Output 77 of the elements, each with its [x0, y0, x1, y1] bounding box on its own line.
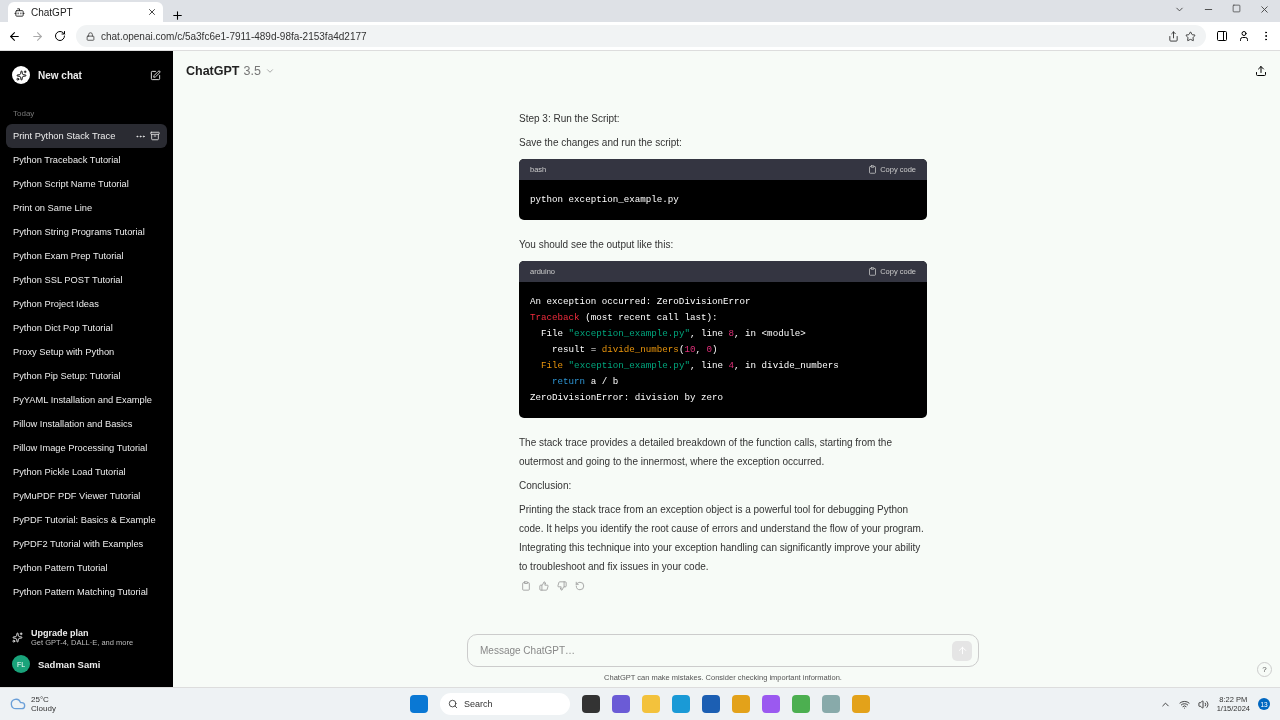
- thumbs-up-icon[interactable]: [539, 581, 549, 591]
- chat-item[interactable]: PyPDF2 Tutorial with Examples: [6, 532, 167, 556]
- code-line: result = divide_numbers(10, 0): [551, 343, 719, 357]
- lock-icon: [86, 31, 95, 41]
- chat-item[interactable]: Python Exam Prep Tutorial: [6, 244, 167, 268]
- search-field[interactable]: Search: [440, 693, 570, 715]
- chat-item[interactable]: PyYAML Installation and Example: [6, 388, 167, 412]
- url-text: chat.openai.com/c/5a3fc6e1-7911-489d-98fa-2153fa4d2177: [101, 30, 367, 42]
- chat-item[interactable]: Python Pattern Tutorial: [6, 556, 167, 580]
- code-line: File "exception_example.py", line 4, in divide_numbers: [540, 359, 840, 373]
- code-line: return a / b: [551, 375, 620, 389]
- chat-item[interactable]: Print on Same Line: [6, 196, 167, 220]
- code-line: An exception occurred: ZeroDivisionError: [530, 295, 752, 309]
- paragraph: The stack trace provides a detailed breakdown of the function calls, starting from the outermost and going to the innermost, where the exception occurred.: [519, 436, 893, 469]
- chat-item[interactable]: Python Script Name Tutorial: [6, 172, 167, 196]
- browser-tab[interactable]: ChatGPT: [8, 2, 163, 22]
- close-icon[interactable]: [147, 7, 157, 17]
- forward-icon[interactable]: [31, 29, 44, 43]
- close-icon[interactable]: [1259, 4, 1270, 15]
- clipboard-icon: [868, 165, 878, 174]
- code-line: File "exception_example.py", line 8, in <module>: [540, 327, 807, 341]
- share-icon[interactable]: [1168, 30, 1179, 42]
- chat-item[interactable]: PyMuPDF PDF Viewer Tutorial: [6, 484, 167, 508]
- search-icon: [448, 699, 458, 709]
- paragraph: Conclusion:: [519, 479, 573, 493]
- regenerate-icon[interactable]: [575, 581, 585, 591]
- user-name: Sadman Sami: [38, 658, 101, 670]
- message-box[interactable]: Message ChatGPT…: [467, 634, 979, 667]
- chat-item[interactable]: Proxy Setup with Python: [6, 340, 167, 364]
- share-icon[interactable]: [1255, 65, 1267, 77]
- paragraph: Printing the stack trace from an exception object is a powerful tool for debugging Python code. It helps you identify the root cause of errors and understand the flow of your program. Integrating this technique into your exception handling can significantly improve your ability to troubleshoot and fix issues in your code.: [519, 503, 925, 574]
- sparkle-icon: [12, 632, 23, 643]
- code-line: ZeroDivisionError: division by zero: [530, 391, 724, 405]
- chat-item[interactable]: Print Python Stack Trace: [6, 124, 167, 148]
- message-field[interactable]: Message ChatGPT…: [478, 644, 952, 657]
- reload-icon[interactable]: [54, 30, 66, 42]
- model-selector[interactable]: ChatGPT 3.5: [186, 64, 275, 78]
- back-icon[interactable]: [8, 29, 21, 43]
- cloud-icon: [10, 696, 26, 712]
- chat-item[interactable]: Python Project Ideas: [6, 292, 167, 316]
- bookmark-icon[interactable]: [1185, 30, 1196, 42]
- thumbs-down-icon[interactable]: [557, 581, 567, 591]
- clipboard-icon: [868, 267, 878, 276]
- copy-icon[interactable]: [521, 581, 531, 591]
- temperature: 25°C: [31, 695, 50, 704]
- paragraph: Save the changes and run the script:: [519, 136, 683, 150]
- new-chat-button[interactable]: New chat: [6, 51, 167, 99]
- profile-icon[interactable]: [1238, 30, 1250, 42]
- arrow-up-icon: [956, 645, 968, 656]
- section-label: Today: [12, 108, 36, 120]
- paragraph: You should see the output like this:: [519, 238, 675, 252]
- weather-condition: Cloudy: [31, 704, 56, 713]
- network-icon[interactable]: [1178, 698, 1190, 710]
- paragraph: Step 3: Run the Script:: [519, 112, 621, 126]
- archive-icon[interactable]: [150, 131, 160, 141]
- chat-item[interactable]: Python String Programs Tutorial: [6, 220, 167, 244]
- chat-item[interactable]: Python Traceback Tutorial: [6, 148, 167, 172]
- chat-item[interactable]: Pillow Installation and Basics: [6, 412, 167, 436]
- upgrade-title: Upgrade plan: [31, 628, 90, 638]
- address-bar[interactable]: chat.openai.com/c/5a3fc6e1-7911-489d-98fa-2153fa4d2177: [76, 25, 1206, 47]
- chat-item[interactable]: Python Dict Pop Tutorial: [6, 316, 167, 340]
- chat-item[interactable]: Python SSL POST Tutorial: [6, 268, 167, 292]
- help-button[interactable]: ?: [1257, 662, 1272, 677]
- chat-item[interactable]: Python Pip Setup: Tutorial: [6, 364, 167, 388]
- chevron-down-icon: [264, 66, 275, 76]
- code-line: python exception_example.py: [530, 193, 680, 207]
- edit-icon[interactable]: [150, 69, 161, 81]
- maximize-icon[interactable]: [1232, 4, 1241, 13]
- chat-item[interactable]: Pillow Image Processing Tutorial: [6, 436, 167, 460]
- chat-item[interactable]: PyPDF Tutorial: Basics & Example: [6, 508, 167, 532]
- logo-icon: [12, 66, 30, 84]
- volume-icon[interactable]: [1197, 698, 1209, 710]
- new-tab-icon[interactable]: [171, 9, 184, 22]
- chat-item[interactable]: Python Pattern Matching Tutorial: [6, 580, 167, 604]
- side-panel-icon[interactable]: [1216, 30, 1228, 42]
- code-line: Traceback (most recent call last):: [530, 311, 719, 325]
- chat-item[interactable]: Python Pickle Load Tutorial: [6, 460, 167, 484]
